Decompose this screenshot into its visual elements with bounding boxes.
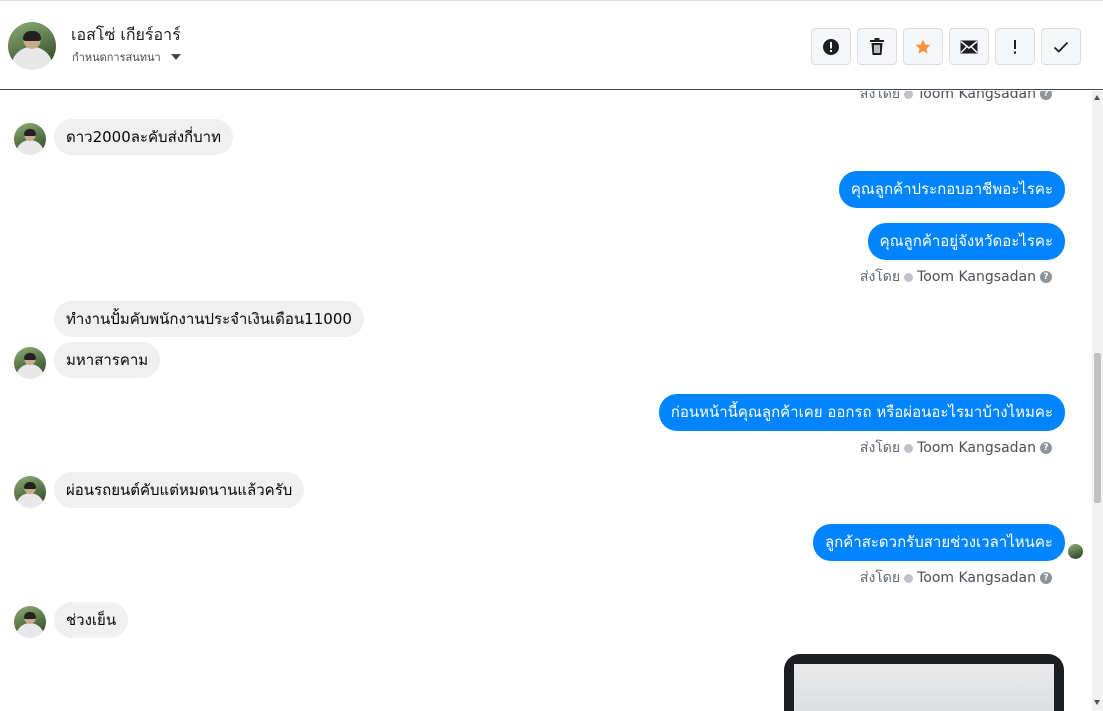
incoming-message[interactable]: ทำงานปั้มคับพนักงานประจำเงินเดือน11000 [54, 301, 364, 337]
contact-avatar[interactable] [8, 22, 56, 70]
help-icon[interactable]: ? [1040, 91, 1052, 100]
contact-name[interactable]: เอสโซ่ เกียร์อาร์ [71, 23, 181, 48]
sent-by-line: ส่งโดย Toom Kangsadan ? [860, 91, 1052, 105]
sent-by-line: ส่งโดย Toom Kangsadan ? [860, 266, 1052, 288]
scroll-thumb[interactable] [1094, 353, 1101, 503]
mark-done-button[interactable] [1041, 28, 1081, 65]
star-button[interactable] [903, 28, 943, 65]
help-icon[interactable]: ? [1040, 271, 1052, 283]
contact-avatar-small[interactable] [14, 606, 46, 638]
scroll-up-arrow-icon[interactable] [1094, 95, 1100, 100]
outgoing-image-message[interactable] [784, 654, 1064, 711]
thread-scrollbar[interactable] [1092, 91, 1103, 711]
verified-icon [904, 272, 914, 282]
seen-avatar [1068, 544, 1083, 559]
conversation-header: เอสโซ่ เกียร์อาร์ กำหนดการสนทนา [0, 0, 1103, 90]
agent-name[interactable]: Toom Kangsadan [917, 440, 1036, 456]
outgoing-message[interactable]: ลูกค้าสะดวกรับสายช่วงเวลาไหนคะ [812, 524, 1065, 561]
caret-down-icon [170, 54, 181, 60]
incoming-message[interactable]: ผ่อนรถยนต์คับแต่หมดนานแล้วครับ [54, 472, 305, 508]
exclamation-icon [1014, 39, 1016, 54]
sent-by-line: ส่งโดย Toom Kangsadan ? [860, 567, 1052, 589]
contact-avatar-small[interactable] [14, 347, 46, 379]
contact-avatar-small[interactable] [14, 476, 46, 508]
alert-circle-icon [823, 38, 839, 55]
verified-icon [904, 573, 914, 583]
incoming-message[interactable]: ดาว2000ละคับส่งกี่บาท [54, 119, 233, 155]
incoming-message[interactable]: ช่วงเย็น [54, 602, 129, 638]
verified-icon [904, 91, 914, 99]
delete-button[interactable] [857, 28, 897, 65]
follow-up-button[interactable] [995, 28, 1035, 65]
header-toolbar [811, 28, 1081, 65]
star-icon [915, 39, 931, 54]
mail-icon [960, 40, 978, 53]
contact-avatar-small[interactable] [14, 123, 46, 155]
agent-name[interactable]: Toom Kangsadan [917, 269, 1036, 285]
sent-by-line: ส่งโดย Toom Kangsadan ? [860, 437, 1052, 459]
help-icon[interactable]: ? [1040, 572, 1052, 584]
outgoing-message[interactable]: ก่อนหน้านี้คุณลูกค้าเคย ออกรถ หรือผ่อนอะ… [658, 394, 1065, 431]
mark-spam-button[interactable] [811, 28, 851, 65]
outgoing-message[interactable]: คุณลูกค้าประกอบอาชีพอะไรคะ [838, 171, 1065, 208]
help-icon[interactable]: ? [1040, 442, 1052, 454]
conversation-schedule-dropdown[interactable]: กำหนดการสนทนา [72, 48, 181, 66]
message-thread[interactable]: ส่งโดย Toom Kangsadan ? ดาว2000ละคับส่งก… [0, 91, 1090, 711]
agent-name[interactable]: Toom Kangsadan [917, 91, 1036, 102]
outgoing-message[interactable]: คุณลูกค้าอยู่จังหวัดอะไรคะ [867, 223, 1065, 260]
check-icon [1053, 41, 1069, 53]
agent-name[interactable]: Toom Kangsadan [917, 570, 1036, 586]
incoming-message[interactable]: มหาสารคาม [54, 342, 161, 378]
image-preview [794, 664, 1054, 711]
verified-icon [904, 443, 914, 453]
trash-icon [870, 37, 884, 55]
conversation-schedule-label: กำหนดการสนทนา [72, 51, 161, 64]
mark-unread-button[interactable] [949, 28, 989, 65]
scroll-down-arrow-icon[interactable] [1094, 700, 1100, 705]
